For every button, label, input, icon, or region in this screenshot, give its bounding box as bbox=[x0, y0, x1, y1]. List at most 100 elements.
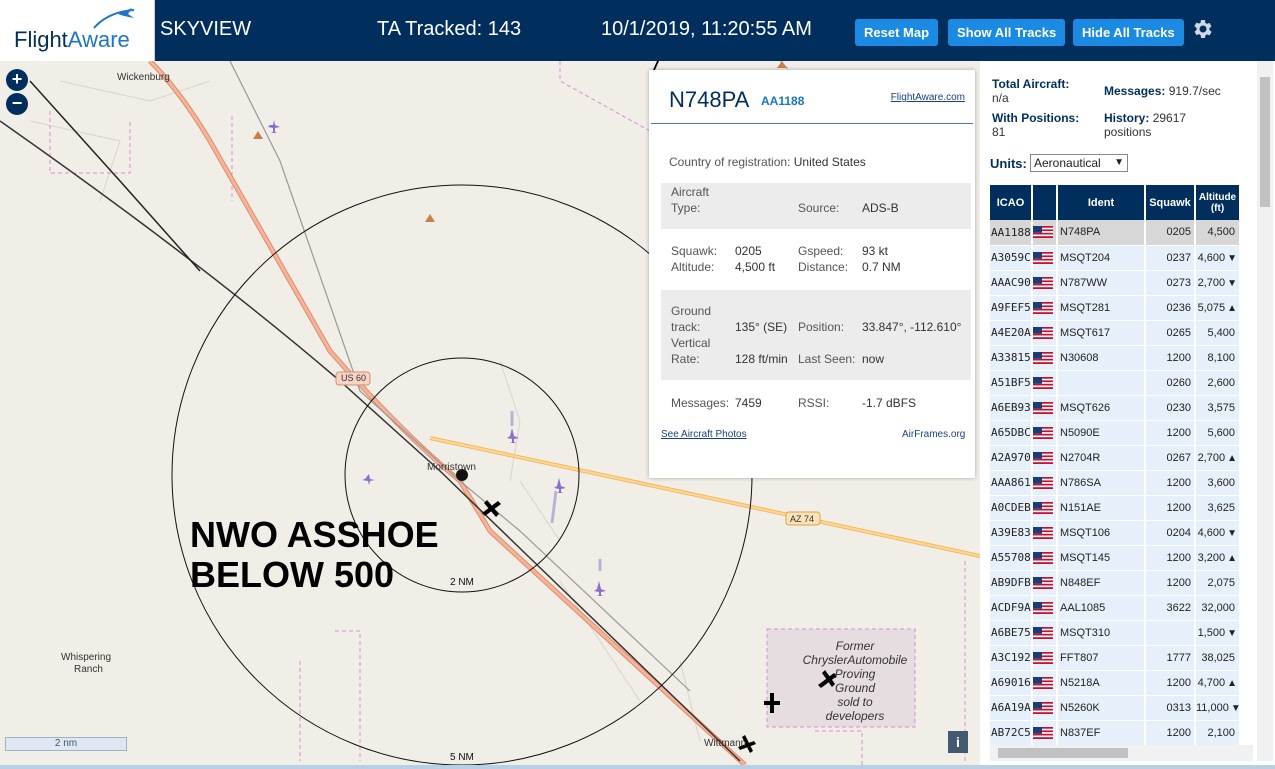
sidebar-vertical-scrollbar[interactable] bbox=[1257, 61, 1273, 761]
total-aircraft-stat: Total Aircraft: n/a bbox=[992, 77, 1069, 105]
col-altitude-header[interactable]: Altitude (ft) bbox=[1195, 185, 1241, 220]
zoom-in-button[interactable]: + bbox=[6, 69, 28, 91]
table-row[interactable]: A4E20A MSQT617 0265 5,400 bbox=[990, 320, 1241, 346]
table-row[interactable]: A0CDEB N151AE 1200 3,625 bbox=[990, 495, 1241, 521]
units-select[interactable]: Aeronautical ▼ bbox=[1030, 154, 1128, 172]
aircraft-label: Aircraft bbox=[671, 185, 710, 199]
icao-cell: A6BE75 bbox=[990, 620, 1033, 646]
us-flag-icon bbox=[1033, 726, 1053, 739]
altitude-value: 38,025 bbox=[1201, 651, 1235, 664]
col-squawk-header[interactable]: Squawk bbox=[1145, 185, 1196, 220]
altitude-cell: 3,200 ▲ bbox=[1195, 545, 1241, 571]
flag-cell bbox=[1032, 395, 1058, 421]
us-flag-icon bbox=[1033, 651, 1053, 664]
zoom-out-button[interactable]: − bbox=[6, 93, 28, 115]
us-flag-icon bbox=[1033, 251, 1053, 264]
lastseen-value: now bbox=[862, 352, 885, 366]
altitude-cell: 3,600 bbox=[1195, 470, 1241, 496]
us-flag-icon bbox=[1033, 601, 1053, 614]
aircraft-photos-link[interactable]: See Aircraft Photos bbox=[661, 429, 747, 440]
table-row[interactable]: AAAC90 N787WW 0273 2,700 ▼ bbox=[990, 270, 1241, 296]
history-label: History: bbox=[1104, 111, 1150, 125]
ident-cell: MSQT204 bbox=[1057, 245, 1146, 271]
us-flag-icon bbox=[1033, 376, 1053, 389]
altitude-value: 4,500 ft bbox=[735, 260, 776, 274]
table-row[interactable]: A3C192 FFT807 1777 38,025 bbox=[990, 645, 1241, 671]
altitude-value: 2,700 bbox=[1197, 276, 1226, 289]
ident-cell: MSQT145 bbox=[1057, 545, 1146, 571]
settings-gear-icon[interactable] bbox=[1190, 17, 1214, 41]
icao-cell: A0CDEB bbox=[990, 495, 1033, 521]
distance-label: Distance: bbox=[798, 260, 849, 274]
squawk-cell: 0313 bbox=[1145, 695, 1196, 721]
us-flag-icon bbox=[1033, 626, 1053, 639]
bottom-bar bbox=[0, 765, 1275, 769]
table-row[interactable]: AB9DFB N848EF 1200 2,075 bbox=[990, 570, 1241, 596]
table-row[interactable]: A9FEF5 MSQT281 0236 5,075 ▲ bbox=[990, 295, 1241, 321]
reset-map-button[interactable]: Reset Map bbox=[855, 19, 939, 46]
icao-cell: A9FEF5 bbox=[990, 295, 1033, 321]
icao-cell: A4E20A bbox=[990, 320, 1033, 346]
altitude-label: Altitude: bbox=[671, 260, 715, 274]
us-flag-icon bbox=[1033, 276, 1053, 289]
altitude-cell: 3,625 bbox=[1195, 495, 1241, 521]
rate-value: 128 ft/min bbox=[735, 352, 788, 366]
scrollbar-thumb[interactable] bbox=[1260, 77, 1270, 207]
table-row[interactable]: A6EB93 MSQT626 0230 3,575 bbox=[990, 395, 1241, 421]
table-row[interactable]: A6BE75 MSQT310 1,500 ▼ bbox=[990, 620, 1241, 646]
col-ident-header[interactable]: Ident bbox=[1057, 185, 1146, 220]
ident-cell: N5260K bbox=[1057, 695, 1146, 721]
map-label-us60: US 60 bbox=[341, 373, 367, 383]
table-row[interactable]: A3059C MSQT204 0237 4,600 ▼ bbox=[990, 245, 1241, 271]
table-row[interactable]: A55708 MSQT145 1200 3,200 ▲ bbox=[990, 545, 1241, 571]
table-row[interactable]: A2A970 N2704R 0267 2,700 ▲ bbox=[990, 445, 1241, 471]
us-flag-icon bbox=[1033, 551, 1053, 564]
ident-cell: FFT807 bbox=[1057, 645, 1146, 671]
map-info-button[interactable]: i bbox=[948, 731, 968, 753]
ident-cell: MSQT617 bbox=[1057, 320, 1146, 346]
scrollbar-thumb[interactable] bbox=[998, 748, 1128, 758]
flightaware-logo[interactable]: FlightAware bbox=[0, 0, 155, 61]
popup-country-row: Country of registration: United States bbox=[669, 155, 866, 169]
aircraft-marker bbox=[362, 474, 375, 485]
table-row[interactable]: A6A19A N5260K 0313 11,000 ▼ bbox=[990, 695, 1241, 721]
messages-label: Messages: bbox=[1104, 84, 1166, 98]
icao-cell: A39E83 bbox=[990, 520, 1033, 546]
ident-cell: N2704R bbox=[1057, 445, 1146, 471]
col-icao-header[interactable]: ICAO bbox=[990, 185, 1033, 220]
table-row[interactable]: AB72C5 N837EF 1200 2,100 bbox=[990, 720, 1241, 746]
dropdown-arrow-icon: ▼ bbox=[1114, 157, 1124, 168]
show-all-tracks-button[interactable]: Show All Tracks bbox=[948, 19, 1066, 46]
table-row[interactable]: A39E83 MSQT106 0204 4,600 ▼ bbox=[990, 520, 1241, 546]
sidebar-horizontal-scrollbar[interactable] bbox=[990, 745, 1253, 761]
table-row[interactable]: A51BF5 0260 2,600 bbox=[990, 370, 1241, 396]
source-value: ADS-B bbox=[862, 201, 899, 215]
popup-ident-link[interactable]: AA1188 bbox=[761, 94, 804, 108]
total-aircraft-value: n/a bbox=[992, 91, 1009, 105]
table-row[interactable]: A65DBC N5090E 1200 5,600 bbox=[990, 420, 1241, 446]
us-flag-icon bbox=[1033, 226, 1053, 239]
altitude-cell: 5,400 bbox=[1195, 320, 1241, 346]
table-row[interactable]: AAA861 N786SA 1200 3,600 bbox=[990, 470, 1241, 496]
ident-cell: MSQT626 bbox=[1057, 395, 1146, 421]
logo-text-flight: Flight bbox=[14, 27, 68, 52]
us-flag-icon bbox=[1033, 676, 1053, 689]
flag-cell bbox=[1032, 570, 1058, 596]
col-flag-header[interactable] bbox=[1032, 185, 1058, 220]
history-value: 29617 bbox=[1152, 111, 1187, 125]
table-row[interactable]: A69016 N5218A 1200 4,700 ▲ bbox=[990, 670, 1241, 696]
altitude-cell: 2,075 bbox=[1195, 570, 1241, 596]
table-row[interactable]: A33815 N30608 1200 8,100 bbox=[990, 345, 1241, 371]
altitude-cell: 5,075 ▲ bbox=[1195, 295, 1241, 321]
messages-value: 919.7/sec bbox=[1168, 84, 1221, 98]
hide-all-tracks-button[interactable]: Hide All Tracks bbox=[1073, 19, 1184, 46]
table-row[interactable]: ACDF9A AAL1085 3622 32,000 bbox=[990, 595, 1241, 621]
popup-flightaware-link[interactable]: FlightAware.com bbox=[891, 92, 965, 103]
flag-cell bbox=[1032, 470, 1058, 496]
table-row[interactable]: AA1188 N748PA 0205 4,500 bbox=[990, 220, 1241, 246]
squawk-cell: 1200 bbox=[1145, 670, 1196, 696]
altitude-value: 3,575 bbox=[1207, 401, 1235, 414]
airframes-link[interactable]: AirFrames.org bbox=[902, 429, 965, 440]
squawk-cell: 1200 bbox=[1145, 420, 1196, 446]
position-label: Position: bbox=[798, 320, 845, 334]
